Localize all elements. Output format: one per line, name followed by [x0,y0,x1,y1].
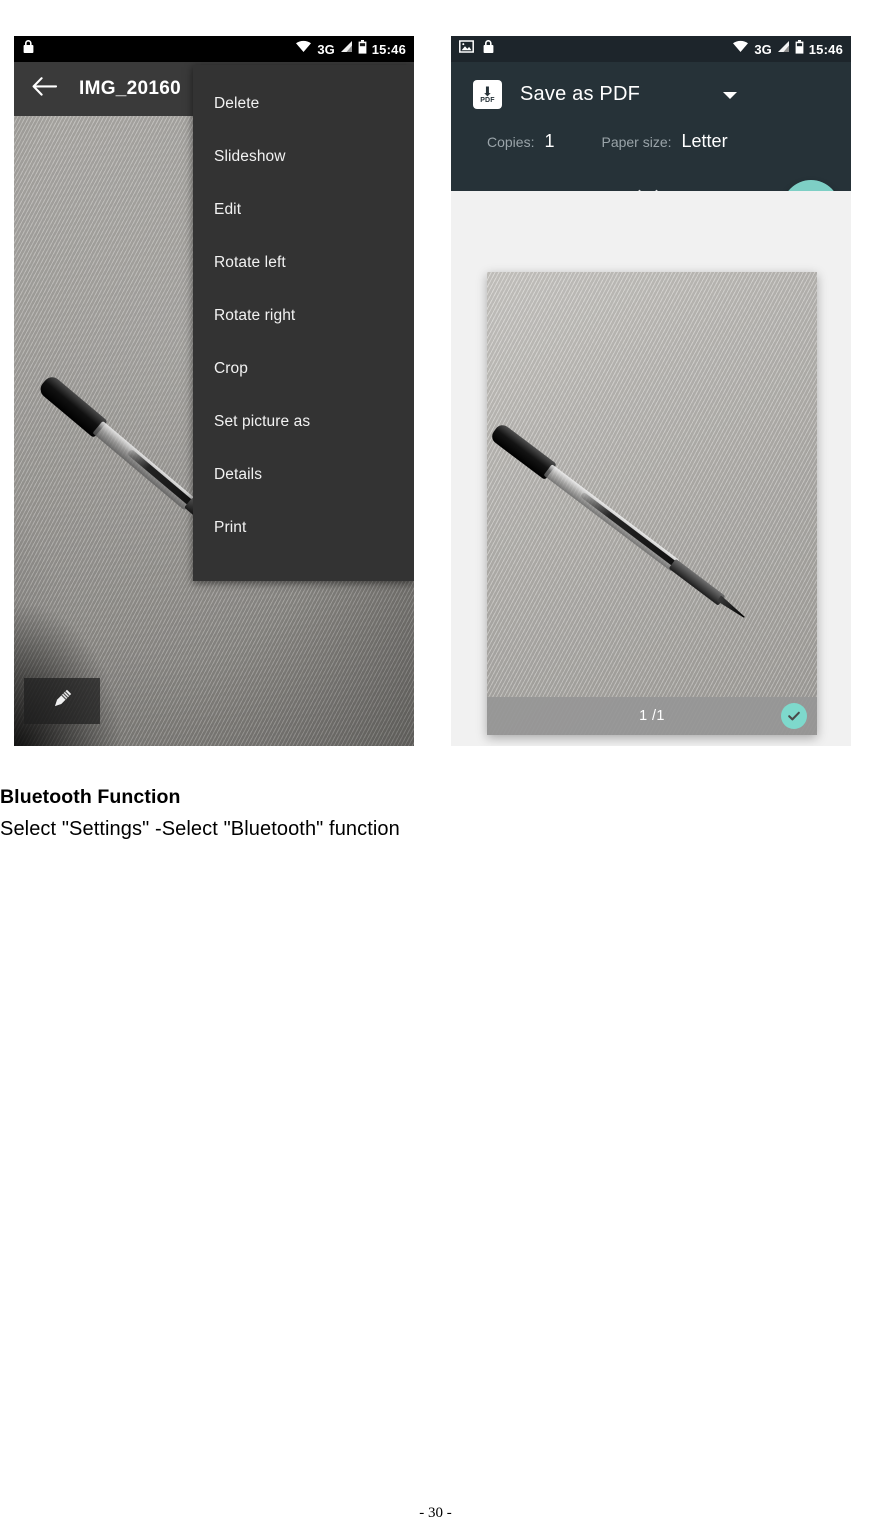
menu-item-label: Set picture as [214,412,311,430]
gallery-title: IMG_20160 [79,78,181,99]
menu-item-label: Rotate right [214,306,296,324]
caret-down-icon[interactable] [723,92,737,99]
page-indicator-bar: 1 /1 [487,697,817,735]
menu-item-label: Edit [214,200,242,218]
print-settings-row: Copies: 1 Paper size: Letter [451,131,851,152]
menu-item-details[interactable]: Details [193,448,414,501]
pen-illustration-right [488,422,757,631]
menu-item-label: Details [214,465,263,483]
menu-item-label: Delete [214,94,260,112]
menu-item-label: Crop [214,359,248,377]
paper-size-label: Paper size: [601,134,672,150]
menu-item-rotate-left[interactable]: Rotate left [193,236,414,289]
menu-item-crop[interactable]: Crop [193,342,414,395]
lock-icon [22,39,35,59]
screenshot-print-preview: 3G 15:46 ⬇ PDF Save as PDF Copies: 1 Pap… [451,36,851,746]
back-arrow-icon[interactable] [32,77,58,101]
photo-dark-corner [14,600,124,746]
document-page: 3G 15:46 IMG_20160 Delete Slideshow Edit… [0,0,871,1529]
print-destination-row[interactable]: ⬇ PDF Save as PDF [451,80,851,109]
check-circle-icon[interactable] [781,703,807,729]
status-bar-right: 3G 15:46 [451,36,851,62]
page-count-label: 1 /1 [639,708,665,724]
menu-item-rotate-right[interactable]: Rotate right [193,289,414,342]
overflow-menu[interactable]: Delete Slideshow Edit Rotate left Rotate… [193,65,414,581]
lock-icon [482,39,495,59]
menu-item-edit[interactable]: Edit [193,183,414,236]
wifi-icon [732,40,749,58]
section-body-text: Select "Settings" -Select "Bluetooth" fu… [0,818,400,840]
pencil-icon [47,684,77,719]
battery-icon [795,39,804,59]
image-icon [459,40,474,58]
print-destination-label: Save as PDF [520,83,641,105]
paper-size-value[interactable]: Letter [682,131,728,152]
menu-item-delete[interactable]: Delete [193,77,414,130]
menu-item-slideshow[interactable]: Slideshow [193,130,414,183]
network-type-label: 3G [317,41,335,57]
signal-bars-icon [340,40,353,58]
section-heading: Bluetooth Function [0,786,181,808]
battery-icon [358,39,367,59]
status-bar-left: 3G 15:46 [14,36,414,62]
network-type-label: 3G [754,41,772,57]
copies-label: Copies: [487,134,535,150]
clock-label: 15:46 [371,41,406,57]
menu-item-print[interactable]: Print [193,501,414,554]
pdf-download-icon: ⬇PDF [473,80,502,109]
wifi-icon [295,40,312,58]
edit-overlay-button[interactable] [24,678,100,724]
menu-item-set-picture-as[interactable]: Set picture as [193,395,414,448]
screenshot-gallery-overflow-menu: 3G 15:46 IMG_20160 Delete Slideshow Edit… [14,36,414,746]
copies-value[interactable]: 1 [544,131,554,152]
print-preview-stage: 1 /1 [451,191,851,746]
clock-label: 15:46 [808,41,843,57]
signal-bars-icon [777,40,790,58]
menu-item-label: Rotate left [214,253,286,271]
menu-item-label: Slideshow [214,147,286,165]
page-number-footer: - 30 - [419,1505,452,1521]
menu-item-label: Print [214,518,247,536]
print-preview-page[interactable]: 1 /1 [487,272,817,735]
